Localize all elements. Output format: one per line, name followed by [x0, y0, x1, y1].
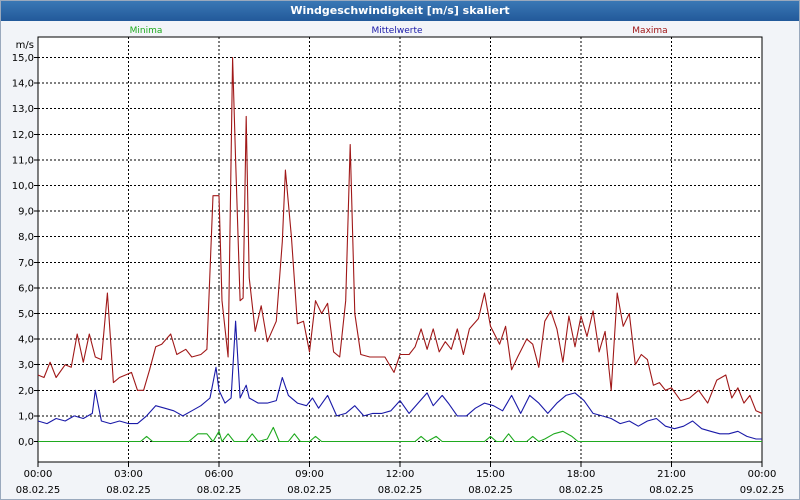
y-tick-label: 8,0: [18, 232, 34, 243]
x-tick-label-date: 09.02.25: [740, 485, 785, 496]
y-tick-label: 10,0: [12, 181, 34, 192]
y-tick-label: 6,0: [18, 283, 34, 294]
x-tick-label-time: 18:00: [567, 469, 596, 480]
chart-svg: 0,0 1,0 2,0 3,0 4,0 5,0 6,0 7,0 8,0 9,0 10,0 11,0 12…: [12, 26, 785, 496]
x-tick-label-date: 08.02.25: [649, 485, 694, 496]
x-tick-label-time: 00:00: [748, 469, 777, 480]
y-tick-label: 7,0: [18, 258, 34, 269]
x-tick-label-date: 08.02.25: [468, 485, 513, 496]
legend-label-minima: Minima: [130, 26, 163, 36]
x-tick-label-time: 00:00: [24, 469, 53, 480]
y-axis-label: m/s: [16, 40, 34, 51]
x-tick-label-time: 21:00: [657, 469, 686, 480]
y-tick-label: 2,0: [18, 386, 34, 397]
x-tick-label-date: 08.02.25: [559, 485, 604, 496]
y-tick-label: 11,0: [12, 155, 34, 166]
y-tick-label: 1,0: [18, 411, 34, 422]
x-tick-label-time: 03:00: [114, 469, 143, 480]
x-tick-label-time: 06:00: [205, 469, 234, 480]
y-tick-label: 4,0: [18, 335, 34, 346]
y-tick-label: 3,0: [18, 360, 34, 371]
y-tick-label: 12,0: [12, 130, 34, 141]
y-tick-label: 5,0: [18, 309, 34, 320]
y-tick-label: 9,0: [18, 207, 34, 218]
x-tick-label-date: 08.02.25: [106, 485, 151, 496]
x-tick-label-time: 09:00: [295, 469, 324, 480]
x-tick-label-date: 08.02.25: [16, 485, 61, 496]
x-tick-label-date: 08.02.25: [378, 485, 423, 496]
y-tick-label: 0,0: [18, 437, 34, 448]
y-tick-label: 15,0: [12, 53, 34, 64]
x-tick-label-time: 15:00: [476, 469, 505, 480]
legend-label-maxima: Maxima: [632, 26, 667, 36]
x-tick-label-time: 12:00: [386, 469, 415, 480]
legend-label-mittelwerte: Mittelwerte: [371, 26, 422, 36]
y-tick-label: 13,0: [12, 104, 34, 115]
x-tick-label-date: 08.02.25: [197, 485, 242, 496]
x-tick-label-date: 08.02.25: [287, 485, 332, 496]
y-tick-label: 14,0: [12, 79, 34, 90]
